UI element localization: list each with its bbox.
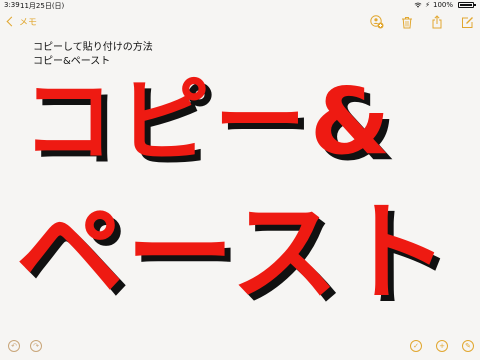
bottom-toolbar: ↶ ↷ ✓ + ✎ [0, 336, 480, 360]
checklist-button[interactable]: ✓ [410, 340, 422, 352]
checklist-icon: ✓ [413, 341, 419, 350]
large-title-line-1: コピー& [22, 68, 395, 175]
status-date: 11月25日(日) [20, 2, 65, 10]
status-right: ⚡ 100% [414, 1, 476, 9]
trash-button[interactable] [400, 15, 414, 29]
add-icon: + [439, 341, 445, 350]
charging-icon: ⚡ [425, 1, 430, 9]
note-text-line-1[interactable]: コピーして貼り付けの方法 [33, 38, 153, 53]
chevron-left-icon [6, 16, 17, 26]
sketch-button[interactable]: ✎ [462, 340, 474, 352]
add-person-button[interactable] [370, 15, 384, 29]
redo-icon: ↷ [33, 341, 39, 350]
back-label: メモ [19, 17, 38, 28]
nav-tools [370, 12, 474, 32]
undo-icon: ↶ [11, 341, 17, 350]
note-text-line-2[interactable]: コピー&ペースト [33, 52, 110, 67]
redo-button[interactable]: ↷ [30, 340, 42, 352]
back-button[interactable]: メモ [6, 13, 37, 29]
share-button[interactable] [430, 15, 444, 29]
compose-button[interactable] [460, 15, 474, 29]
battery-icon [458, 2, 476, 8]
trash-icon [402, 16, 412, 28]
bottom-right-tools: ✓ + ✎ [410, 340, 474, 352]
compose-icon [461, 16, 473, 28]
large-title-line-2: ペースト [16, 191, 451, 316]
bottom-left-tools: ↶ ↷ [8, 340, 42, 352]
notes-screen: 3:39 11月25日(日) ⚡ 100% メモ コピーして貼り付けの方法 コピ… [0, 0, 480, 360]
undo-button[interactable]: ↶ [8, 340, 20, 352]
add-button[interactable]: + [436, 340, 448, 352]
add-person-icon [370, 15, 384, 29]
battery-fill [460, 4, 472, 6]
share-icon [432, 15, 442, 29]
note-body[interactable]: コピーして貼り付けの方法 コピー&ペースト コピー& ペースト [0, 32, 480, 332]
status-time: 3:39 [4, 1, 20, 9]
status-bar: 3:39 11月25日(日) ⚡ 100% [0, 0, 480, 12]
sketch-icon: ✎ [465, 341, 471, 350]
nav-bar: メモ [0, 12, 480, 32]
wifi-icon [414, 2, 422, 8]
battery-percent: 100% [432, 1, 453, 9]
